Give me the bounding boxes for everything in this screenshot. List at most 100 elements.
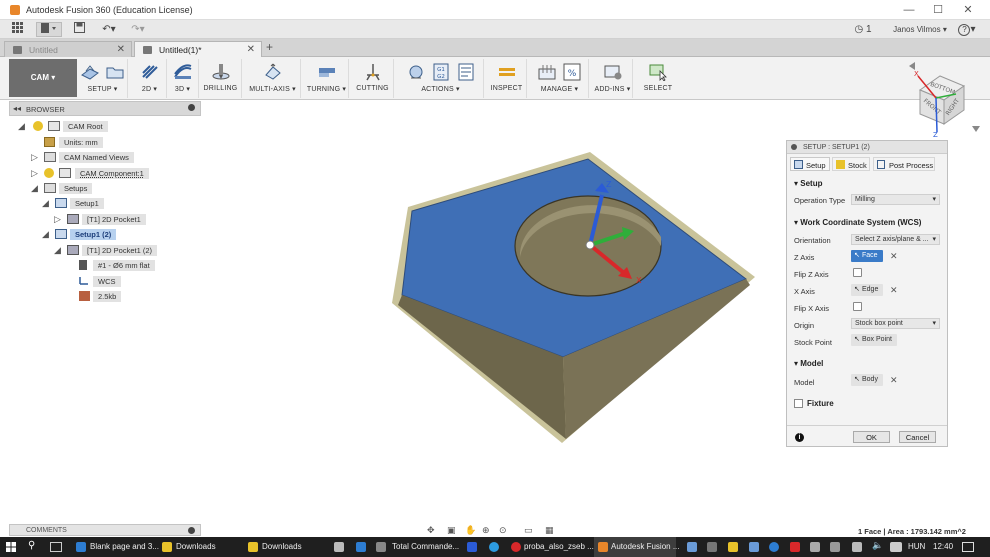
orbit-icon[interactable]: ✥ bbox=[427, 525, 435, 536]
ribbon-group-setup[interactable]: SETUP ▾ bbox=[78, 59, 128, 98]
ribbon-group-drilling[interactable]: DRILLING bbox=[200, 59, 242, 98]
search-icon[interactable]: ⚲ bbox=[28, 540, 35, 551]
display-settings-icon[interactable]: ▭ bbox=[524, 525, 533, 536]
windows-start-icon[interactable] bbox=[6, 542, 16, 554]
tree-node-pocket1[interactable]: [T1] 2D Pocket1 bbox=[82, 214, 146, 225]
origin-dropdown[interactable]: Stock box point ▾ bbox=[851, 318, 940, 329]
tree-node-cam-component[interactable]: CAM Component:1 bbox=[75, 168, 149, 179]
tray-app-icon[interactable] bbox=[769, 542, 779, 552]
ribbon-group-actions[interactable]: G1 G2 ACTIONS ▾ bbox=[398, 59, 484, 98]
collapse-browser-icon[interactable]: ◂◂ bbox=[13, 104, 21, 113]
ok-button[interactable]: OK bbox=[853, 431, 890, 443]
grid-settings-icon[interactable]: ▦ bbox=[545, 525, 554, 536]
view-cube-menu-icon[interactable] bbox=[972, 126, 980, 132]
file-menu-icon[interactable] bbox=[36, 22, 62, 37]
look-at-icon[interactable]: ▣ bbox=[447, 525, 456, 536]
notifications-icon[interactable] bbox=[962, 542, 974, 552]
tree-node-setup1-2[interactable]: Setup1 (2) bbox=[70, 229, 117, 240]
ribbon-group-select[interactable]: SELECT bbox=[636, 59, 680, 98]
view-cube[interactable]: BOTTOM FRONT RIGHT X Z bbox=[906, 62, 980, 138]
redo-icon[interactable]: ↷▾ bbox=[127, 22, 149, 37]
dialog-pin-icon[interactable] bbox=[791, 144, 797, 150]
expand-toggle-icon[interactable]: ◢ bbox=[54, 245, 61, 256]
model-viewport[interactable]: Z X bbox=[380, 145, 780, 455]
ribbon-group-cutting[interactable]: CUTTING bbox=[352, 59, 394, 98]
browser-header[interactable]: ◂◂ BROWSER bbox=[9, 101, 201, 116]
section-wcs[interactable]: ▾ Work Coordinate System (WCS) bbox=[794, 218, 921, 227]
expand-toggle-icon[interactable]: ▷ bbox=[54, 214, 61, 225]
info-icon[interactable]: i bbox=[795, 433, 804, 442]
browser-options-icon[interactable] bbox=[188, 104, 195, 111]
tab-untitled[interactable]: Untitled ✕ bbox=[4, 41, 132, 57]
tab-setup[interactable]: Setup bbox=[790, 157, 830, 171]
pan-icon[interactable]: ✋ bbox=[465, 525, 476, 536]
clear-model-icon[interactable]: ✕ bbox=[890, 375, 898, 386]
taskbar-item-downloads-2[interactable]: Downloads bbox=[244, 537, 324, 557]
expand-toggle-icon[interactable]: ◢ bbox=[42, 229, 49, 240]
tray-app-icon[interactable] bbox=[707, 542, 717, 552]
outlook-icon[interactable] bbox=[467, 542, 477, 552]
taskbar-item-edge[interactable]: Blank page and 3... bbox=[72, 537, 159, 557]
comments-panel[interactable]: COMMENTS bbox=[9, 524, 201, 536]
section-model[interactable]: ▾ Model bbox=[794, 359, 823, 368]
minimize-button[interactable]: — bbox=[902, 3, 916, 17]
tab-close-icon[interactable]: ✕ bbox=[117, 42, 125, 58]
ribbon-group-manage[interactable]: % MANAGE ▾ bbox=[531, 59, 589, 98]
ribbon-group-2d[interactable]: 2D ▾ bbox=[133, 59, 167, 98]
undo-icon[interactable]: ↶▾ bbox=[98, 22, 120, 37]
section-setup[interactable]: ▾ Setup bbox=[794, 179, 822, 188]
stock-point-selection[interactable]: ↖ Box Point bbox=[851, 334, 897, 346]
tree-node-named-views[interactable]: CAM Named Views bbox=[59, 152, 134, 163]
flip-x-checkbox[interactable] bbox=[853, 302, 862, 311]
ribbon-group-turning[interactable]: TURNING ▾ bbox=[305, 59, 349, 98]
tab-stock[interactable]: Stock bbox=[832, 157, 870, 171]
orientation-dropdown[interactable]: Select Z axis/plane & ... ▾ bbox=[851, 234, 940, 245]
x-axis-selection[interactable]: ↖ Edge bbox=[851, 284, 884, 296]
store-icon[interactable] bbox=[334, 542, 344, 552]
tray-app-icon[interactable] bbox=[749, 542, 759, 552]
ie-icon[interactable] bbox=[356, 542, 366, 552]
help-button[interactable]: ? ▾ bbox=[956, 22, 978, 37]
user-menu[interactable]: Janos Vilmos ▾ bbox=[890, 22, 950, 37]
taskbar-item-fusion[interactable]: Autodesk Fusion ... bbox=[594, 537, 679, 557]
expand-toggle-icon[interactable]: ◢ bbox=[18, 121, 25, 132]
network-icon[interactable] bbox=[852, 542, 862, 552]
clear-z-axis-icon[interactable]: ✕ bbox=[890, 251, 898, 262]
input-language[interactable]: HUN bbox=[908, 537, 925, 557]
home-view-icon[interactable] bbox=[909, 62, 915, 70]
close-button[interactable]: ✕ bbox=[961, 3, 975, 17]
lightbulb-icon[interactable] bbox=[44, 168, 54, 178]
tree-node-setup1[interactable]: Setup1 bbox=[70, 198, 104, 209]
expand-toggle-icon[interactable]: ◢ bbox=[42, 198, 49, 209]
operation-type-dropdown[interactable]: Milling ▾ bbox=[851, 194, 940, 205]
task-view-icon[interactable] bbox=[50, 542, 62, 552]
tree-node-units[interactable]: Units: mm bbox=[59, 137, 103, 148]
tree-node-nc-file[interactable]: 2.5kb bbox=[93, 291, 122, 302]
tray-app-icon[interactable] bbox=[728, 542, 738, 552]
tab-post-process[interactable]: Post Process bbox=[873, 157, 935, 171]
maximize-button[interactable]: ☐ bbox=[931, 3, 945, 17]
tab-close-icon[interactable]: ✕ bbox=[247, 42, 255, 58]
new-tab-button[interactable]: + bbox=[266, 40, 273, 54]
lightbulb-icon[interactable] bbox=[33, 121, 43, 131]
keyboard-icon[interactable] bbox=[890, 542, 902, 552]
zoom-window-icon[interactable]: ⊙ bbox=[499, 525, 507, 536]
battery-icon[interactable] bbox=[830, 542, 840, 552]
tray-app-icon[interactable] bbox=[687, 542, 697, 552]
expand-toggle-icon[interactable]: ▷ bbox=[31, 168, 38, 179]
workspace-switcher[interactable]: CAM ▾ bbox=[9, 59, 77, 97]
model-selection[interactable]: ↖ Body bbox=[851, 374, 883, 386]
taskbar-item-chrome[interactable]: proba_also_zseb ... bbox=[508, 537, 594, 557]
tree-node-tool[interactable]: #1 - Ø6 mm flat bbox=[93, 260, 155, 271]
comments-options-icon[interactable] bbox=[188, 527, 195, 534]
app-grid-icon[interactable] bbox=[6, 22, 28, 37]
flip-z-checkbox[interactable] bbox=[853, 268, 862, 277]
tree-node-pocket1-2[interactable]: [T1] 2D Pocket1 (2) bbox=[82, 245, 158, 256]
expand-toggle-icon[interactable]: ◢ bbox=[31, 183, 38, 194]
clear-x-axis-icon[interactable]: ✕ bbox=[890, 285, 898, 296]
clock[interactable]: 12:40 bbox=[933, 537, 953, 557]
save-icon[interactable] bbox=[72, 22, 86, 37]
z-axis-selection[interactable]: ↖ Face bbox=[851, 250, 883, 262]
cancel-button[interactable]: Cancel bbox=[899, 431, 936, 443]
tab-untitled-1[interactable]: Untitled(1)* ✕ bbox=[134, 41, 262, 57]
